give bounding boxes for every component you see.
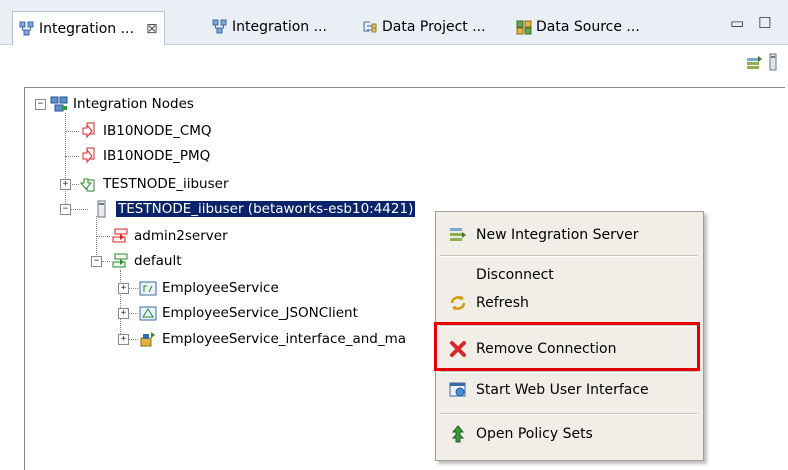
tree-label: Integration Nodes [73, 96, 194, 112]
tab-data-project[interactable]: Data Project ... [362, 15, 486, 39]
expand-toggle[interactable]: + [60, 179, 71, 190]
server-running-icon [111, 252, 129, 270]
maximize-icon[interactable]: ☐ [758, 14, 771, 32]
menu-item-refresh[interactable]: Refresh [436, 288, 703, 318]
menu-item-start-web-ui[interactable]: Start Web User Interface [436, 375, 703, 405]
tree-label: EmployeeService [162, 280, 279, 296]
node-stopped-icon [80, 122, 98, 140]
tree-root-integration-nodes[interactable]: Integration Nodes [50, 94, 194, 114]
refresh-icon [448, 293, 468, 313]
tree-app-employeeservice-jsonclient[interactable]: EmployeeService_JSONClient [139, 303, 358, 323]
tree-label: TESTNODE_iibuser [103, 176, 229, 192]
tab-label: Data Source ... [536, 19, 640, 35]
application-icon [139, 304, 157, 322]
view-toolbar [0, 45, 788, 83]
tree-label-selected: TESTNODE_iibuser (betaworks-esb10:4421) [116, 201, 416, 217]
menu-item-label: Start Web User Interface [476, 382, 649, 398]
menu-item-open-policy-sets[interactable]: Open Policy Sets [436, 419, 703, 449]
tab-integration-nodes[interactable]: Integration ... ⊠ [12, 11, 165, 45]
tree-label: IB10NODE_CMQ [103, 123, 212, 139]
tab-integration-2[interactable]: Integration ... [212, 15, 327, 39]
tree-node-ib10node-pmq[interactable]: IB10NODE_PMQ [80, 146, 210, 166]
collapse-toggle[interactable]: − [91, 256, 102, 267]
node-stopped-icon [80, 147, 98, 165]
menu-separator [440, 371, 698, 373]
tree-label: IB10NODE_PMQ [103, 148, 211, 164]
menu-item-disconnect[interactable]: Disconnect [436, 260, 703, 290]
minimize-icon[interactable]: ▭ [730, 14, 744, 32]
node-running-icon [79, 175, 98, 193]
collapse-toggle[interactable]: − [60, 204, 71, 215]
tree-server-default[interactable]: default [111, 251, 182, 271]
close-tab-icon[interactable]: ⊠ [146, 21, 158, 37]
server-stopped-icon [111, 227, 129, 245]
integration-nodes-icon [19, 21, 35, 37]
tree-app-employeeservice[interactable]: EmployeeService [139, 278, 279, 298]
menu-separator [440, 255, 698, 257]
view-menu-icon[interactable] [768, 53, 778, 75]
expand-toggle[interactable]: + [118, 308, 129, 319]
menu-item-label: Open Policy Sets [476, 426, 593, 442]
new-server-icon [448, 225, 468, 245]
menu-item-label: New Integration Server [476, 227, 639, 243]
tree-node-testnode-remote[interactable]: TESTNODE_iibuser (betaworks-esb10:4421) [93, 199, 416, 219]
tree-label: EmployeeService_JSONClient [162, 305, 358, 321]
menu-item-new-integration-server[interactable]: New Integration Server [436, 220, 703, 250]
tree-server-admin2server[interactable]: admin2server [111, 226, 228, 246]
rest-api-icon [139, 279, 157, 297]
web-ui-icon [448, 380, 468, 400]
integration-nodes-root-icon [50, 95, 68, 113]
remove-connection-highlight-box [434, 322, 700, 371]
collapse-toggle[interactable]: − [35, 99, 46, 110]
menu-separator [440, 413, 698, 415]
add-server-icon[interactable] [745, 53, 765, 77]
view-tab-bar: Integration ... ⊠ Integration ... Data P… [0, 0, 788, 45]
remote-node-icon [93, 200, 111, 218]
tab-label: Integration ... [39, 20, 134, 37]
tree-label: default [134, 253, 182, 269]
tree-app-employeeservice-interface[interactable]: EmployeeService_interface_and_ma [139, 329, 406, 349]
tree-node-ib10node-cmq[interactable]: IB10NODE_CMQ [80, 121, 212, 141]
tree-label: EmployeeService_interface_and_ma [162, 331, 407, 347]
integration-nodes-icon [212, 19, 228, 35]
menu-item-label: Refresh [476, 295, 529, 311]
tab-data-source[interactable]: Data Source ... [516, 15, 640, 39]
expand-toggle[interactable]: + [118, 283, 129, 294]
tab-label: Integration ... [232, 19, 327, 35]
expand-toggle[interactable]: + [118, 334, 129, 345]
policy-sets-icon [448, 424, 468, 444]
service-icon [139, 330, 157, 348]
tree-label: admin2server [134, 228, 228, 244]
tree-node-testnode-iibuser[interactable]: TESTNODE_iibuser [79, 174, 229, 194]
tab-label: Data Project ... [382, 19, 486, 35]
menu-item-label: Disconnect [476, 267, 554, 283]
data-project-icon [362, 19, 378, 35]
data-source-icon [516, 19, 532, 35]
